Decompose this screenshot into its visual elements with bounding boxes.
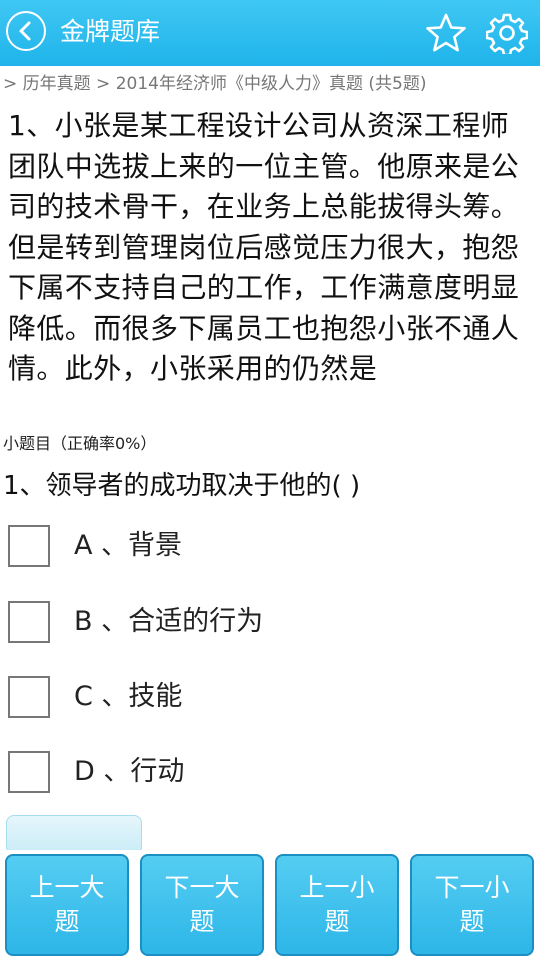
option-d-checkbox[interactable] (8, 751, 50, 793)
bottom-nav-bar: 上一大题 下一大题 上一小题 下一小题 (0, 850, 540, 960)
option-d-label: D 、行动 (74, 756, 185, 787)
option-d[interactable]: D 、行动 (8, 750, 488, 796)
option-a[interactable]: A 、背景 (8, 524, 488, 570)
option-c[interactable]: C 、技能 (8, 675, 488, 721)
settings-button[interactable] (485, 12, 529, 57)
next-major-label: 下一大题 (164, 873, 240, 936)
prev-major-label: 上一大题 (29, 873, 105, 936)
prev-major-button[interactable]: 上一大题 (5, 854, 129, 956)
option-b-label: B 、合适的行为 (74, 606, 264, 637)
option-a-label: A 、背景 (74, 530, 183, 561)
next-minor-label: 下一小题 (434, 873, 510, 936)
next-minor-button[interactable]: 下一小题 (410, 854, 534, 956)
sub-question-text: 1、领导者的成功取决于他的( ) (3, 471, 361, 501)
chevron-left-icon (19, 21, 31, 41)
prev-minor-button[interactable]: 上一小题 (275, 854, 399, 956)
back-button[interactable] (6, 11, 46, 51)
sub-question-header: 小题目（正确率0%） (3, 434, 157, 453)
breadcrumb[interactable]: > 历年真题 > 2014年经济师《中级人力》真题 (共5题) (0, 68, 540, 100)
next-major-button[interactable]: 下一大题 (140, 854, 264, 956)
option-c-checkbox[interactable] (8, 676, 50, 718)
option-b[interactable]: B 、合适的行为 (8, 600, 488, 646)
star-icon (426, 13, 466, 52)
top-bar: 金牌题库 (0, 0, 540, 66)
app-title: 金牌题库 (60, 17, 161, 46)
option-c-label: C 、技能 (74, 681, 183, 712)
submit-answer-button[interactable] (6, 815, 142, 855)
question-text: 1、小张是某工程设计公司从资深工程师团队中选拔上来的一位主管。他原来是公司的技术… (8, 109, 520, 385)
favorite-button[interactable] (425, 12, 467, 54)
option-b-checkbox[interactable] (8, 601, 50, 643)
option-a-checkbox[interactable] (8, 525, 50, 567)
gear-icon (485, 13, 529, 57)
prev-minor-label: 上一小题 (299, 873, 375, 936)
question-scroll-area[interactable]: 1、小张是某工程设计公司从资深工程师团队中选拔上来的一位主管。他原来是公司的技术… (8, 106, 536, 426)
